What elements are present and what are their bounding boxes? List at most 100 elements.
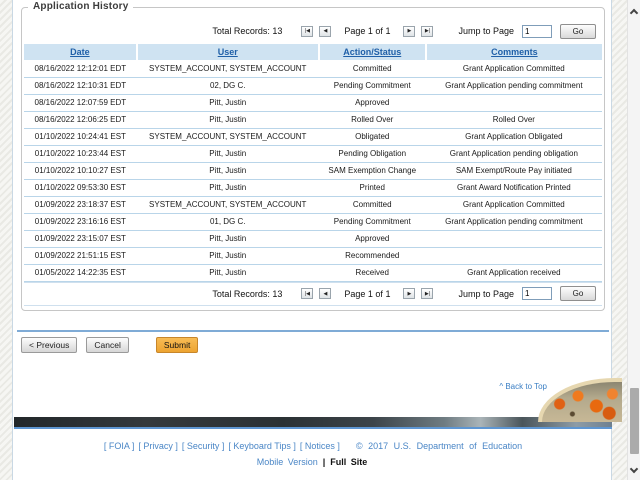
vertical-scrollbar[interactable] xyxy=(627,0,640,480)
sort-comments-link[interactable]: Comments xyxy=(491,47,538,57)
total-records-label: Total Records: 13 xyxy=(212,289,282,299)
table-row: 08/16/2022 12:06:25 EDT Pitt, Justin Rol… xyxy=(24,111,602,128)
footer-link[interactable]: [ Keyboard Tips ] xyxy=(228,441,296,451)
scroll-down-icon[interactable] xyxy=(630,465,638,473)
cell-user: Pitt, Justin xyxy=(137,111,319,128)
cell-user: Pitt, Justin xyxy=(137,230,319,247)
cell-comments: SAM Exempt/Route Pay initiated xyxy=(426,162,602,179)
cell-comments: Grant Application pending commitment xyxy=(426,77,602,94)
footer-links-row: [ FOIA ][ Privacy ] [ Security ][ Keyboar… xyxy=(13,441,611,451)
footer-link[interactable]: [ Security ] xyxy=(182,441,225,451)
footer-links: [ FOIA ][ Privacy ] [ Security ][ Keyboar… xyxy=(102,441,342,451)
cell-comments: Rolled Over xyxy=(426,111,602,128)
cell-user: Pitt, Justin xyxy=(137,162,319,179)
cell-date: 01/10/2022 10:24:41 EST xyxy=(24,128,137,145)
cell-comments: Grant Application received xyxy=(426,264,602,281)
action-buttons: < Previous Cancel Submit xyxy=(21,337,198,353)
first-page-button[interactable]: |◀ xyxy=(301,26,313,37)
scrollbar-thumb[interactable] xyxy=(630,388,639,454)
cell-user: 01, DG C. xyxy=(137,213,319,230)
table-row: 01/09/2022 21:51:15 EST Pitt, Justin Rec… xyxy=(24,247,602,264)
application-history-section: Application History Total Records: 13 |◀… xyxy=(21,7,605,311)
cell-comments xyxy=(426,230,602,247)
application-history-table: Date User Action/Status Comments 08/16/2… xyxy=(24,44,602,282)
cell-date: 01/10/2022 10:23:44 EST xyxy=(24,145,137,162)
cell-user: Pitt, Justin xyxy=(137,264,319,281)
cell-date: 01/10/2022 10:10:27 EST xyxy=(24,162,137,179)
table-row: 01/10/2022 10:23:44 EST Pitt, Justin Pen… xyxy=(24,145,602,162)
previous-page-button[interactable]: ◀ xyxy=(319,26,331,37)
first-page-button[interactable]: |◀ xyxy=(301,288,313,299)
table-row: 01/09/2022 23:15:07 EST Pitt, Justin App… xyxy=(24,230,602,247)
section-title: Application History xyxy=(28,1,133,12)
table-row: 01/09/2022 23:18:37 EST SYSTEM_ACCOUNT, … xyxy=(24,196,602,213)
content-panel: Application History Total Records: 13 |◀… xyxy=(12,0,612,480)
cell-date: 08/16/2022 12:12:01 EDT xyxy=(24,60,137,77)
next-page-button[interactable]: ▶ xyxy=(403,26,415,37)
cell-date: 01/10/2022 09:53:30 EST xyxy=(24,179,137,196)
cell-comments xyxy=(426,94,602,111)
footer-link[interactable]: [ Privacy ] xyxy=(138,441,178,451)
footer-blue-line xyxy=(14,427,612,429)
mobile-version-link[interactable]: Mobile Version xyxy=(257,457,318,467)
sort-date-link[interactable]: Date xyxy=(70,47,90,57)
cell-action-status: Rolled Over xyxy=(319,111,426,128)
cell-action-status: Approved xyxy=(319,94,426,111)
sort-user-link[interactable]: User xyxy=(218,47,238,57)
scroll-up-icon[interactable] xyxy=(630,9,638,17)
cell-user: 02, DG C. xyxy=(137,77,319,94)
cell-comments: Grant Award Notification Printed xyxy=(426,179,602,196)
submit-button[interactable]: Submit xyxy=(156,337,198,353)
table-row: 01/10/2022 10:10:27 EST Pitt, Justin SAM… xyxy=(24,162,602,179)
total-records-label: Total Records: 13 xyxy=(212,26,282,36)
cell-date: 01/09/2022 21:51:15 EST xyxy=(24,247,137,264)
cell-user: Pitt, Justin xyxy=(137,247,319,264)
last-page-button[interactable]: ▶| xyxy=(421,288,433,299)
history-table-body: 08/16/2022 12:12:01 EDT SYSTEM_ACCOUNT, … xyxy=(24,60,602,281)
cell-user: SYSTEM_ACCOUNT, SYSTEM_ACCOUNT xyxy=(137,196,319,213)
cell-date: 01/09/2022 23:16:16 EST xyxy=(24,213,137,230)
page: { "title": "Application History", "pagin… xyxy=(0,0,640,480)
column-header-action-status: Action/Status xyxy=(319,44,426,60)
next-page-button[interactable]: ▶ xyxy=(403,288,415,299)
footer-link[interactable]: [ Notices ] xyxy=(300,441,340,451)
table-row: 01/10/2022 10:24:41 EST SYSTEM_ACCOUNT, … xyxy=(24,128,602,145)
previous-page-button[interactable]: ◀ xyxy=(319,288,331,299)
footer-link[interactable]: [ FOIA ] xyxy=(104,441,135,451)
back-to-top-link[interactable]: ^ Back to Top xyxy=(499,382,547,391)
cell-action-status: Committed xyxy=(319,60,426,77)
page-indicator: Page 1 of 1 xyxy=(344,26,390,36)
cell-user: SYSTEM_ACCOUNT, SYSTEM_ACCOUNT xyxy=(137,60,319,77)
table-row: 01/05/2022 14:22:35 EST Pitt, Justin Rec… xyxy=(24,264,602,281)
cell-date: 01/09/2022 23:15:07 EST xyxy=(24,230,137,247)
footer-separator: | xyxy=(323,457,326,467)
page-indicator: Page 1 of 1 xyxy=(344,289,390,299)
column-header-user: User xyxy=(137,44,319,60)
cell-comments: Grant Application pending commitment xyxy=(426,213,602,230)
cell-action-status: SAM Exemption Change xyxy=(319,162,426,179)
copyright-text: © 2017 U.S. Department of Education xyxy=(356,441,522,451)
go-button[interactable]: Go xyxy=(560,286,596,301)
cell-comments xyxy=(426,247,602,264)
cell-action-status: Pending Obligation xyxy=(319,145,426,162)
table-row: 01/10/2022 09:53:30 EST Pitt, Justin Pri… xyxy=(24,179,602,196)
cancel-button[interactable]: Cancel xyxy=(86,337,128,353)
cell-action-status: Printed xyxy=(319,179,426,196)
go-button[interactable]: Go xyxy=(560,24,596,39)
jump-to-page-label: Jump to Page xyxy=(458,289,514,299)
sort-action-status-link[interactable]: Action/Status xyxy=(343,47,401,57)
cell-action-status: Committed xyxy=(319,196,426,213)
full-site-link[interactable]: Full Site xyxy=(330,457,367,467)
cell-date: 08/16/2022 12:10:31 EDT xyxy=(24,77,137,94)
last-page-button[interactable]: ▶| xyxy=(421,26,433,37)
jump-to-page-input[interactable] xyxy=(522,25,552,38)
column-header-date: Date xyxy=(24,44,137,60)
previous-button[interactable]: < Previous xyxy=(21,337,77,353)
cell-comments: Grant Application Committed xyxy=(426,196,602,213)
cell-user: SYSTEM_ACCOUNT, SYSTEM_ACCOUNT xyxy=(137,128,319,145)
footer-site-toggle: Mobile Version | Full Site xyxy=(13,457,611,467)
cell-date: 08/16/2022 12:06:25 EDT xyxy=(24,111,137,128)
pagination-top: Total Records: 13 |◀ ◀ Page 1 of 1 ▶ ▶| … xyxy=(24,18,602,44)
cell-action-status: Received xyxy=(319,264,426,281)
jump-to-page-input[interactable] xyxy=(522,287,552,300)
